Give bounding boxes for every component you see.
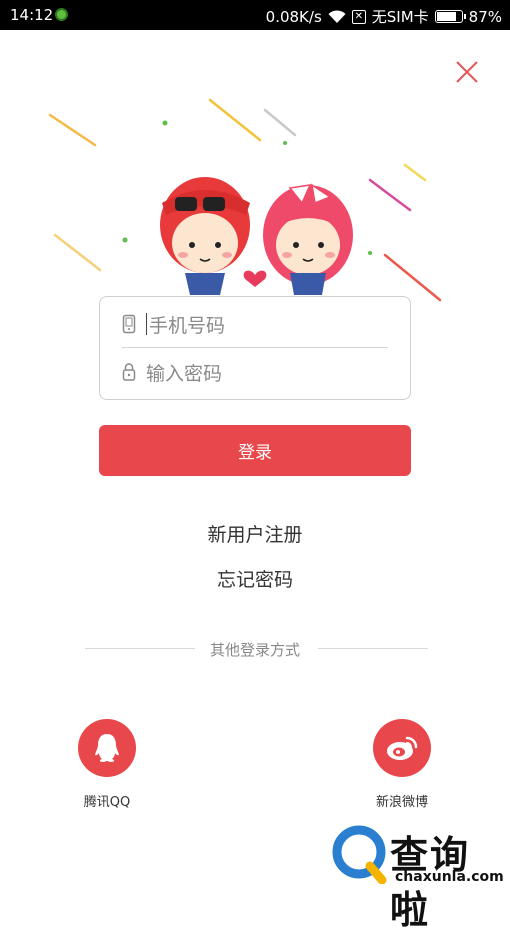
watermark-url: chaxunla.com — [395, 869, 504, 885]
phone-icon — [122, 314, 136, 334]
app-notification-icon — [55, 8, 68, 21]
weibo-icon — [387, 736, 418, 760]
password-field[interactable]: 输入密码 — [122, 349, 388, 395]
status-time: 14:12 — [10, 6, 54, 24]
login-card: 手机号码 输入密码 — [99, 296, 411, 400]
lock-icon — [122, 363, 136, 381]
qq-circle — [78, 719, 136, 777]
close-button[interactable] — [452, 57, 482, 87]
text-cursor — [146, 313, 147, 335]
login-button[interactable]: 登录 — [99, 425, 411, 476]
watermark-logo-icon — [332, 825, 387, 884]
close-icon — [456, 61, 478, 83]
password-placeholder: 输入密码 — [146, 362, 223, 385]
battery-icon — [434, 10, 466, 23]
qq-login-button[interactable]: 腾讯QQ — [62, 719, 152, 810]
forgot-password-link[interactable]: 忘记密码 — [0, 565, 510, 592]
login-button-label: 登录 — [238, 443, 272, 463]
register-link[interactable]: 新用户注册 — [0, 520, 510, 547]
status-bar: 14:12 0.08K/s ✕ 无SIM卡 87% — [0, 0, 510, 30]
weibo-circle — [373, 719, 431, 777]
phone-field[interactable]: 手机号码 — [122, 301, 388, 348]
weibo-login-button[interactable]: 新浪微博 — [357, 719, 447, 810]
sim-status: 无SIM卡 — [371, 8, 429, 26]
other-login-title: 其他登录方式 — [209, 641, 300, 659]
divider-right — [318, 648, 428, 649]
no-sim-icon: ✕ — [351, 9, 366, 24]
wifi-icon — [328, 9, 346, 23]
weibo-label: 新浪微博 — [375, 795, 428, 810]
network-speed: 0.08K/s — [265, 7, 322, 26]
battery-percent: 87% — [468, 7, 502, 26]
qq-label: 腾讯QQ — [83, 795, 131, 810]
phone-placeholder: 手机号码 — [149, 314, 226, 337]
watermark: 查询啦 chaxunla.com — [332, 822, 507, 932]
qq-icon — [95, 734, 119, 762]
status-right: 0.08K/s ✕ 无SIM卡 87% — [266, 6, 502, 27]
mascot-illustration — [48, 98, 442, 302]
